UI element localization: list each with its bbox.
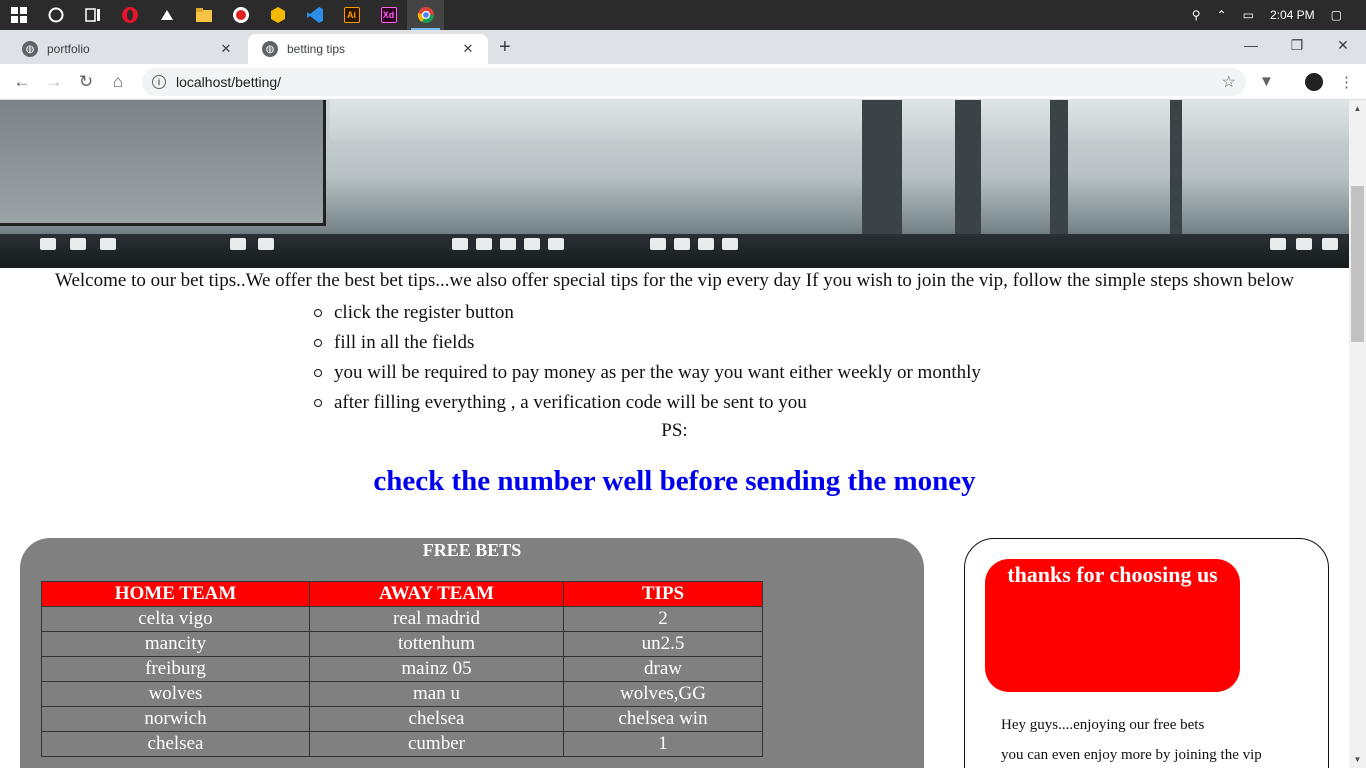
table-cell: celta vigo (41, 606, 310, 632)
extension-icon[interactable]: ▼ (1259, 73, 1274, 90)
vscode-icon[interactable] (296, 0, 333, 30)
table-cell: real madrid (309, 606, 564, 632)
url-text[interactable]: localhost/betting/ (176, 74, 1222, 90)
windows-start-icon[interactable] (0, 0, 37, 30)
table-cell: cumber (309, 731, 564, 757)
table-row: celta vigo real madrid 2 (41, 606, 763, 632)
free-bets-table: HOME TEAM AWAY TEAM TIPS celta vigo real… (41, 581, 763, 757)
vip-text: Hey guys....enjoying our free bets (1001, 717, 1205, 733)
table-cell: chelsea (41, 731, 310, 757)
table-cell: norwich (41, 706, 310, 732)
file-explorer-icon[interactable] (185, 0, 222, 30)
task-view-icon[interactable] (74, 0, 111, 30)
welcome-text: Welcome to our bet tips..We offer the be… (55, 270, 1294, 291)
scroll-down-icon[interactable]: ▼ (1349, 751, 1366, 768)
windows-taskbar: Ai Xd ⚲ ⌃ ▭ 2:04 PM ▢ (0, 0, 1366, 30)
chevron-up-icon[interactable]: ⌃ (1217, 8, 1227, 22)
back-button[interactable]: ← (10, 70, 34, 94)
vip-text: you can even enjoy more by joining the v… (1001, 747, 1262, 763)
people-icon[interactable]: ⚲ (1192, 8, 1201, 22)
record-icon[interactable] (222, 0, 259, 30)
ps-label: PS: (661, 420, 688, 441)
scroll-up-icon[interactable]: ▲ (1349, 100, 1366, 117)
table-row: norwich chelsea chelsea win (41, 706, 763, 732)
avatar[interactable] (1305, 73, 1323, 91)
table-cell: chelsea win (563, 706, 763, 732)
table-cell: un2.5 (563, 631, 763, 657)
table-cell: mancity (41, 631, 310, 657)
notification-icon[interactable]: ▢ (1331, 8, 1342, 22)
star-icon[interactable]: ☆ (1222, 72, 1236, 92)
illustrator-icon[interactable]: Ai (333, 0, 370, 30)
forward-button[interactable]: → (42, 70, 66, 94)
chrome-icon[interactable] (407, 0, 444, 30)
column-header: AWAY TEAM (309, 581, 564, 607)
globe-icon: ◍ (262, 41, 278, 57)
restore-button[interactable]: ❐ (1274, 30, 1320, 60)
table-cell: freiburg (41, 656, 310, 682)
list-item: fill in all the fields (314, 330, 981, 360)
mouse-app-icon[interactable] (148, 0, 185, 30)
hero-image (0, 100, 1349, 268)
close-icon[interactable]: ✕ (458, 41, 478, 57)
close-window-button[interactable]: ✕ (1320, 30, 1366, 60)
close-icon[interactable]: ✕ (216, 41, 236, 57)
cube-app-icon[interactable] (259, 0, 296, 30)
tab-title: betting tips (287, 42, 346, 56)
reload-button[interactable]: ↻ (74, 70, 98, 94)
table-row: freiburg mainz 05 draw (41, 656, 763, 682)
table-header-row: HOME TEAM AWAY TEAM TIPS (41, 581, 763, 607)
minimize-button[interactable]: — (1228, 30, 1274, 60)
clock[interactable]: 2:04 PM (1270, 8, 1315, 22)
column-header: HOME TEAM (41, 581, 310, 607)
tab-betting-tips[interactable]: ◍ betting tips ✕ (248, 34, 488, 64)
browser-toolbar: ← → ↻ ⌂ i localhost/betting/ ☆ ▼ ⋮ (0, 64, 1366, 100)
illustrator-label: Ai (343, 7, 360, 23)
opera-icon[interactable] (111, 0, 148, 30)
warning-heading: check the number well before sending the… (373, 465, 976, 497)
tab-portfolio[interactable]: ◍ portfolio ✕ (8, 34, 246, 64)
battery-icon[interactable]: ▭ (1243, 8, 1254, 22)
page-scrollbar[interactable]: ▲ ▼ (1349, 100, 1366, 768)
vip-panel: thanks for choosing us Hey guys....enjoy… (964, 538, 1329, 768)
table-cell: 2 (563, 606, 763, 632)
table-cell: draw (563, 656, 763, 682)
xd-icon[interactable]: Xd (370, 0, 407, 30)
column-header: TIPS (563, 581, 763, 607)
address-bar[interactable]: i localhost/betting/ ☆ (142, 68, 1246, 96)
new-tab-button[interactable]: + (499, 36, 511, 59)
table-cell: wolves,GG (563, 681, 763, 707)
menu-icon[interactable]: ⋮ (1339, 73, 1354, 91)
xd-label: Xd (380, 7, 397, 23)
table-cell: tottenhum (309, 631, 564, 657)
scrollbar-thumb[interactable] (1351, 186, 1364, 342)
list-item: you will be required to pay money as per… (314, 360, 981, 390)
globe-icon: ◍ (22, 41, 38, 57)
free-bets-panel: FREE BETS HOME TEAM AWAY TEAM TIPS celta… (20, 538, 924, 768)
home-button[interactable]: ⌂ (106, 70, 130, 94)
cortana-icon[interactable] (37, 0, 74, 30)
table-cell: chelsea (309, 706, 564, 732)
vip-thanks-box: thanks for choosing us (985, 559, 1240, 692)
table-row: chelsea cumber 1 (41, 731, 763, 757)
list-item: after filling everything , a verificatio… (314, 390, 981, 420)
free-bets-heading: FREE BETS (422, 540, 522, 560)
list-item: click the register button (314, 300, 981, 330)
info-icon[interactable]: i (152, 75, 166, 89)
system-tray: ⚲ ⌃ ▭ 2:04 PM ▢ (1184, 0, 1366, 30)
table-cell: mainz 05 (309, 656, 564, 682)
table-cell: wolves (41, 681, 310, 707)
tab-strip: ◍ portfolio ✕ ◍ betting tips ✕ (0, 30, 1366, 64)
table-cell: 1 (563, 731, 763, 757)
steps-list: click the register button fill in all th… (314, 300, 981, 420)
table-cell: man u (309, 681, 564, 707)
table-row: mancity tottenhum un2.5 (41, 631, 763, 657)
page-viewport: Welcome to our bet tips..We offer the be… (0, 100, 1349, 768)
tab-title: portfolio (47, 42, 90, 56)
table-row: wolves man u wolves,GG (41, 681, 763, 707)
